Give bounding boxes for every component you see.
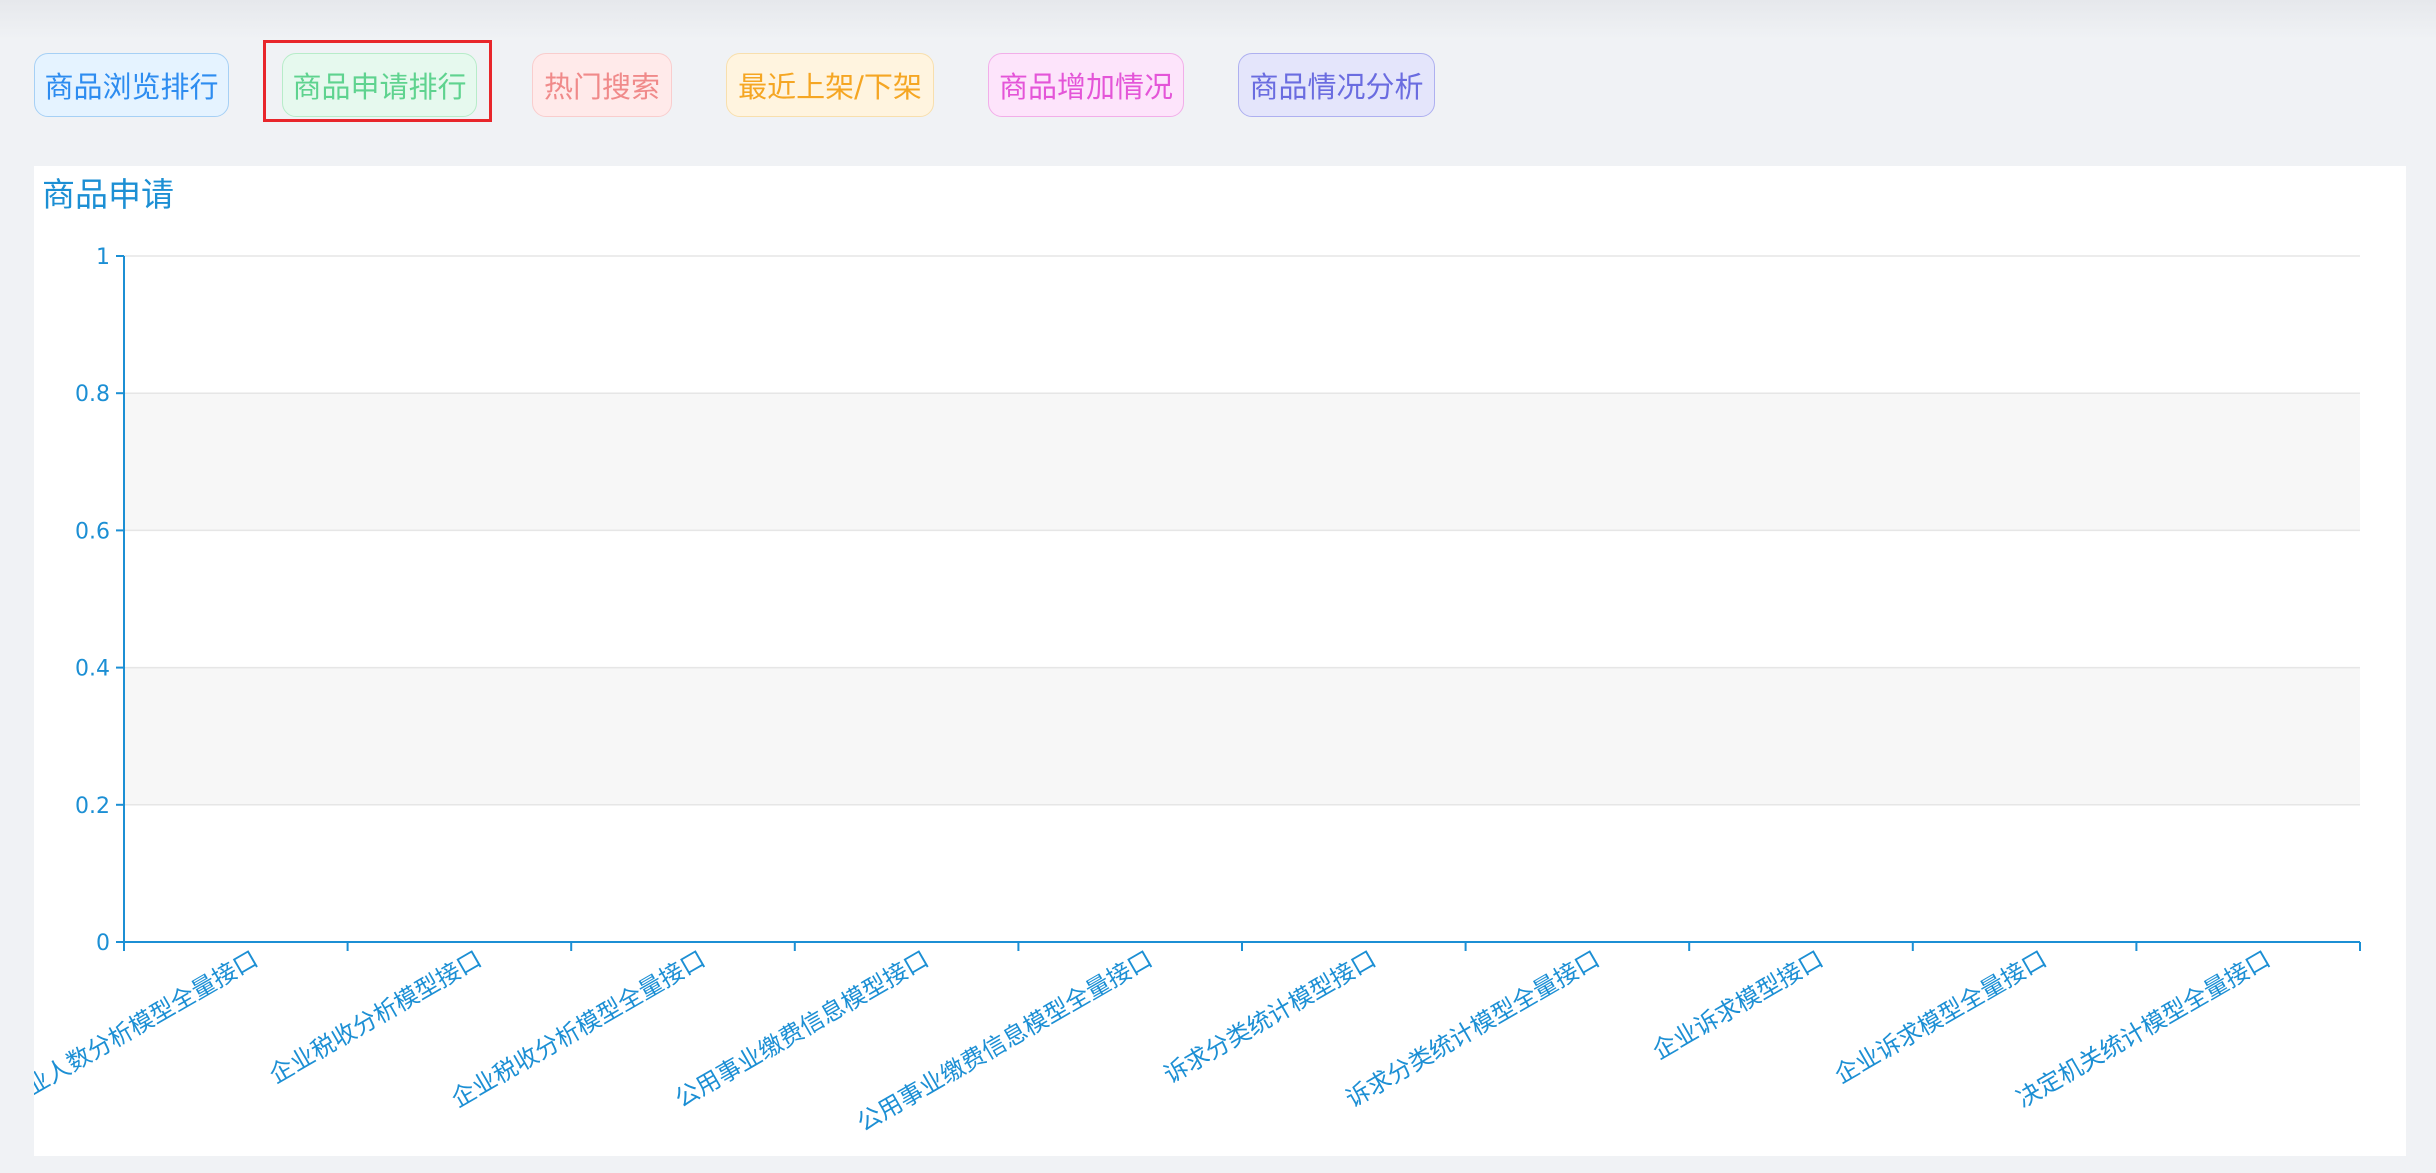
application-ranking-chart: 00.20.40.60.81企业人数分析模型全量接口 企业税收分析模型接口企业税收… <box>34 245 2361 1137</box>
y-tick-label: 0.4 <box>75 657 110 682</box>
tab-label: 商品浏览排行 <box>44 70 219 104</box>
y-tick-label: 0.6 <box>75 519 110 544</box>
selected-tab-highlight <box>263 40 492 122</box>
tab-label: 最近上架/下架 <box>738 70 922 104</box>
tab-product-browse-ranking[interactable]: 商品浏览排行 <box>34 53 229 117</box>
y-tick-label: 0.2 <box>75 794 110 819</box>
tab-product-growth[interactable]: 商品增加情况 <box>988 53 1184 117</box>
grid-band <box>124 667 2360 805</box>
tab-hot-search[interactable]: 热门搜索 <box>532 53 672 117</box>
tab-bar: 商品浏览排行 商品申请排行 热门搜索 最近上架/下架 商品增加情况 商品情况分析 <box>0 0 2436 160</box>
x-tick-label: 决定机关统计模型全量接口 <box>2012 945 2275 1113</box>
y-tick-label: 0.8 <box>75 382 110 407</box>
tab-label: 商品增加情况 <box>998 70 1173 104</box>
y-tick-label: 1 <box>96 245 110 270</box>
tab-product-analysis[interactable]: 商品情况分析 <box>1238 53 1435 117</box>
tab-recent-listing[interactable]: 最近上架/下架 <box>726 53 934 117</box>
x-tick-label: 企业税收分析模型接口 <box>265 945 487 1089</box>
x-tick-label: 诉求分类统计模型全量接口 <box>1341 945 1604 1113</box>
tab-label: 商品情况分析 <box>1249 70 1424 104</box>
grid-band <box>124 393 2360 531</box>
y-tick-label: 0 <box>96 931 110 956</box>
x-tick-label: 企业人数分析模型全量接口 <box>34 945 263 1113</box>
chart-panel: 商品申请 0 0.2 0.4 0.6 0.8 1 企业人数分析模型全量接口 企业税收分析模型接… <box>34 166 2406 1156</box>
x-tick-label: 企业诉求模型全量接口 <box>1830 945 2052 1089</box>
x-tick-label: 企业诉求模型接口 <box>1648 945 1828 1065</box>
tab-label: 热门搜索 <box>543 70 660 104</box>
x-tick-label: 诉求分类统计模型接口 <box>1159 945 1381 1089</box>
